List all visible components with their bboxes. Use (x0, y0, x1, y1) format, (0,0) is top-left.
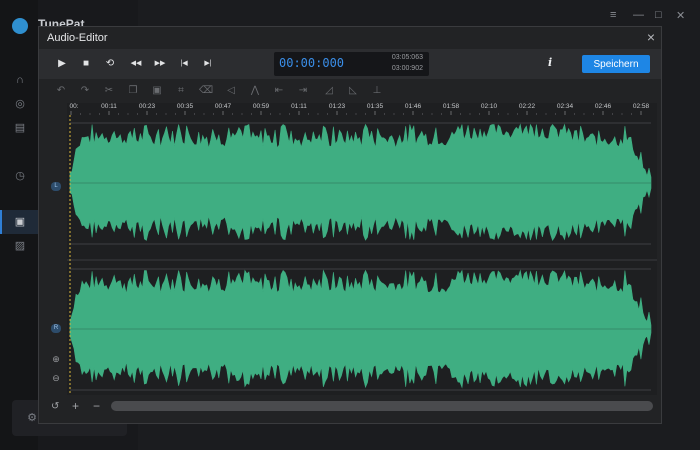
copy-icon[interactable]: ❐ (127, 85, 139, 97)
redo-icon[interactable]: ↷ (79, 85, 91, 97)
selection-time: 03:00:902 (391, 65, 423, 72)
undo-icon[interactable]: ↶ (55, 85, 67, 97)
zoom-out-icon[interactable]: ⊖ (51, 373, 61, 383)
dialog-title: Audio-Editor (47, 32, 108, 44)
toolbox-icon[interactable]: ▣ (14, 216, 26, 228)
fast-forward-icon[interactable]: ▶▶ (151, 57, 169, 71)
image-icon[interactable]: ▨ (14, 240, 26, 252)
add-icon[interactable]: + (72, 399, 79, 413)
podcast-icon[interactable]: ◎ (14, 98, 26, 110)
loop-icon[interactable]: ⟲ (103, 57, 117, 71)
window-close-icon[interactable]: ✕ (676, 9, 685, 22)
fade-in-icon[interactable]: ◿ (323, 85, 335, 97)
rewind-icon[interactable]: ◀◀ (127, 57, 145, 71)
playback-toolbar: ▶ ■ ⟲ ◀◀ ▶▶ |◀ ▶| 00:00:000 03:05:063 03… (39, 49, 661, 79)
paste-icon[interactable]: ▣ (151, 85, 163, 97)
horizontal-scrollbar[interactable] (111, 401, 653, 411)
trim-icon[interactable]: ⇥ (297, 85, 309, 97)
fade-out-icon[interactable]: ◺ (347, 85, 359, 97)
delete-icon[interactable]: ⌫ (199, 85, 213, 97)
audio-editor-dialog: Audio-Editor × ▶ ■ ⟲ ◀◀ ▶▶ |◀ ▶| 00:00:0… (38, 26, 662, 424)
app-logo-icon (12, 18, 28, 34)
amplify-icon[interactable]: ⋀ (249, 85, 261, 97)
total-time: 03:05:063 (391, 54, 423, 61)
right-channel-label: R (51, 324, 61, 333)
left-channel-label: L (51, 182, 61, 191)
stop-icon[interactable]: ■ (79, 57, 93, 71)
waveform-area[interactable]: 00: 00:11 00:23 00:35 00:47 00:59 01:11 01:23 01… (67, 103, 657, 395)
skip-back-icon[interactable]: |◀ (175, 57, 193, 71)
zoom-in-icon[interactable]: ⊕ (51, 354, 61, 364)
remove-icon[interactable]: − (93, 399, 100, 413)
save-button[interactable]: Speichern (582, 55, 650, 73)
maximize-icon[interactable]: □ (655, 9, 662, 21)
close-icon[interactable]: × (647, 29, 655, 45)
reset-icon[interactable]: ↺ (51, 401, 59, 412)
crop-icon[interactable]: ⌗ (175, 85, 187, 97)
fit-width-icon[interactable]: ⇤ (273, 85, 285, 97)
headphones-icon[interactable]: ∩ (14, 74, 26, 86)
edit-toolbar: ↶ ↷ ✂ ❐ ▣ ⌗ ⌫ ◁ ⋀ ⇤ ⇥ ◿ ◺ ⊥ (39, 83, 661, 101)
history-icon[interactable]: ◷ (14, 170, 26, 182)
skip-forward-icon[interactable]: ▶| (199, 57, 217, 71)
info-icon[interactable]: i (548, 56, 552, 69)
left-channel-waveform (69, 123, 652, 241)
bottom-bar: ↺ + − (39, 397, 661, 419)
cut-icon[interactable]: ✂ (103, 85, 115, 97)
waveform-canvas[interactable] (67, 103, 657, 395)
silence-icon[interactable]: ⊥ (371, 85, 383, 97)
menu-icon[interactable]: ≡ (610, 9, 616, 21)
minimize-icon[interactable]: — (633, 9, 644, 21)
library-icon[interactable]: ▤ (14, 122, 26, 134)
play-icon[interactable]: ▶ (55, 57, 69, 71)
time-display: 00:00:000 03:05:063 03:00:902 (274, 52, 429, 76)
volume-icon[interactable]: ◁ (225, 85, 237, 97)
current-time: 00:00:000 (279, 56, 345, 70)
settings-icon[interactable]: ⚙ (26, 412, 38, 424)
